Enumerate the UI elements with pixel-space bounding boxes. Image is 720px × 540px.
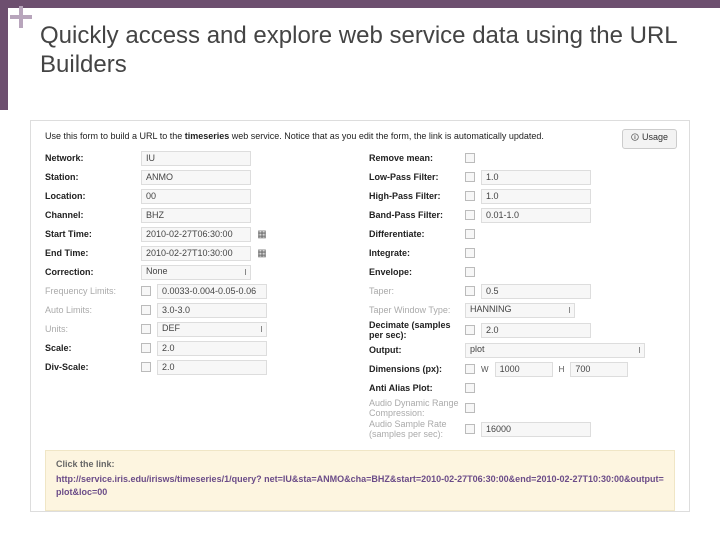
auto-limits-label: Auto Limits: (45, 305, 141, 315)
dim-h-input[interactable] (570, 362, 628, 377)
calendar-icon[interactable]: ▦ (255, 246, 269, 260)
location-input[interactable] (141, 189, 251, 204)
units-label: Units: (45, 324, 141, 334)
differentiate-checkbox[interactable] (465, 229, 475, 239)
units-select[interactable]: DEF (157, 322, 267, 337)
intro-bold: timeseries (185, 131, 230, 141)
freq-limits-checkbox[interactable] (141, 286, 151, 296)
integrate-label: Integrate: (369, 248, 465, 258)
div-scale-input[interactable] (157, 360, 267, 375)
audio-sr-label: Audio Sample Rate (samples per sec): (369, 419, 465, 439)
freq-limits-input[interactable] (157, 284, 267, 299)
highpass-checkbox[interactable] (465, 191, 475, 201)
remove-mean-label: Remove mean: (369, 153, 465, 163)
lowpass-checkbox[interactable] (465, 172, 475, 182)
channel-input[interactable] (141, 208, 251, 223)
envelope-checkbox[interactable] (465, 267, 475, 277)
form-columns: Network: Station: Location: Channel: Sta… (45, 149, 675, 440)
correction-label: Correction: (45, 267, 141, 277)
end-time-input[interactable] (141, 246, 251, 261)
remove-mean-checkbox[interactable] (465, 153, 475, 163)
bandpass-label: Band-Pass Filter: (369, 210, 465, 220)
scale-label: Scale: (45, 343, 141, 353)
highpass-label: High-Pass Filter: (369, 191, 465, 201)
scale-checkbox[interactable] (141, 343, 151, 353)
plus-icon (10, 6, 32, 28)
scale-input[interactable] (157, 341, 267, 356)
audio-sr-input[interactable] (481, 422, 591, 437)
decor-top-bar (0, 0, 720, 8)
decimate-label: Decimate (samples per sec): (369, 320, 465, 340)
dim-w-input[interactable] (495, 362, 553, 377)
location-label: Location: (45, 191, 141, 201)
dimensions-label: Dimensions (px): (369, 364, 465, 374)
bandpass-input[interactable] (481, 208, 591, 223)
taper-window-select[interactable]: HANNING (465, 303, 575, 318)
div-scale-checkbox[interactable] (141, 362, 151, 372)
auto-limits-checkbox[interactable] (141, 305, 151, 315)
differentiate-label: Differentiate: (369, 229, 465, 239)
dim-h-label: H (559, 365, 565, 374)
audio-drc-checkbox[interactable] (465, 403, 475, 413)
freq-limits-label: Frequency Limits: (45, 286, 141, 296)
decor-left-bar (0, 0, 8, 110)
link-box: Click the link: http://service.iris.edu/… (45, 450, 675, 511)
bandpass-checkbox[interactable] (465, 210, 475, 220)
integrate-checkbox[interactable] (465, 248, 475, 258)
usage-button[interactable]: Usage (622, 129, 677, 149)
highpass-input[interactable] (481, 189, 591, 204)
generated-url-link[interactable]: http://service.iris.edu/irisws/timeserie… (56, 473, 664, 498)
envelope-label: Envelope: (369, 267, 465, 277)
end-time-label: End Time: (45, 248, 141, 258)
station-input[interactable] (141, 170, 251, 185)
intro-post: web service. Notice that as you edit the… (229, 131, 544, 141)
network-input[interactable] (141, 151, 251, 166)
units-checkbox[interactable] (141, 324, 151, 334)
div-scale-label: Div-Scale: (45, 362, 141, 372)
start-time-input[interactable] (141, 227, 251, 242)
taper-label: Taper: (369, 286, 465, 296)
network-label: Network: (45, 153, 141, 163)
taper-window-label: Taper Window Type: (369, 305, 465, 315)
output-label: Output: (369, 345, 465, 355)
decimate-input[interactable] (481, 323, 591, 338)
dim-w-label: W (481, 365, 489, 374)
station-label: Station: (45, 172, 141, 182)
intro-pre: Use this form to build a URL to the (45, 131, 185, 141)
form-panel: Use this form to build a URL to the time… (30, 120, 690, 512)
antialias-checkbox[interactable] (465, 383, 475, 393)
taper-input[interactable] (481, 284, 591, 299)
calendar-icon[interactable]: ▦ (255, 227, 269, 241)
page-title: Quickly access and explore web service d… (40, 22, 680, 80)
channel-label: Channel: (45, 210, 141, 220)
taper-checkbox[interactable] (465, 286, 475, 296)
intro-text: Use this form to build a URL to the time… (45, 131, 675, 141)
correction-select[interactable]: None (141, 265, 251, 280)
lowpass-label: Low-Pass Filter: (369, 172, 465, 182)
audio-drc-label: Audio Dynamic Range Compression: (369, 398, 465, 418)
output-select[interactable]: plot (465, 343, 645, 358)
col-left: Network: Station: Location: Channel: Sta… (45, 149, 351, 440)
decimate-checkbox[interactable] (465, 325, 475, 335)
antialias-label: Anti Alias Plot: (369, 383, 465, 393)
auto-limits-input[interactable] (157, 303, 267, 318)
link-box-title: Click the link: (56, 459, 664, 469)
start-time-label: Start Time: (45, 229, 141, 239)
col-right: Remove mean: Low-Pass Filter: High-Pass … (369, 149, 675, 440)
lowpass-input[interactable] (481, 170, 591, 185)
audio-sr-checkbox[interactable] (465, 424, 475, 434)
dimensions-checkbox[interactable] (465, 364, 475, 374)
